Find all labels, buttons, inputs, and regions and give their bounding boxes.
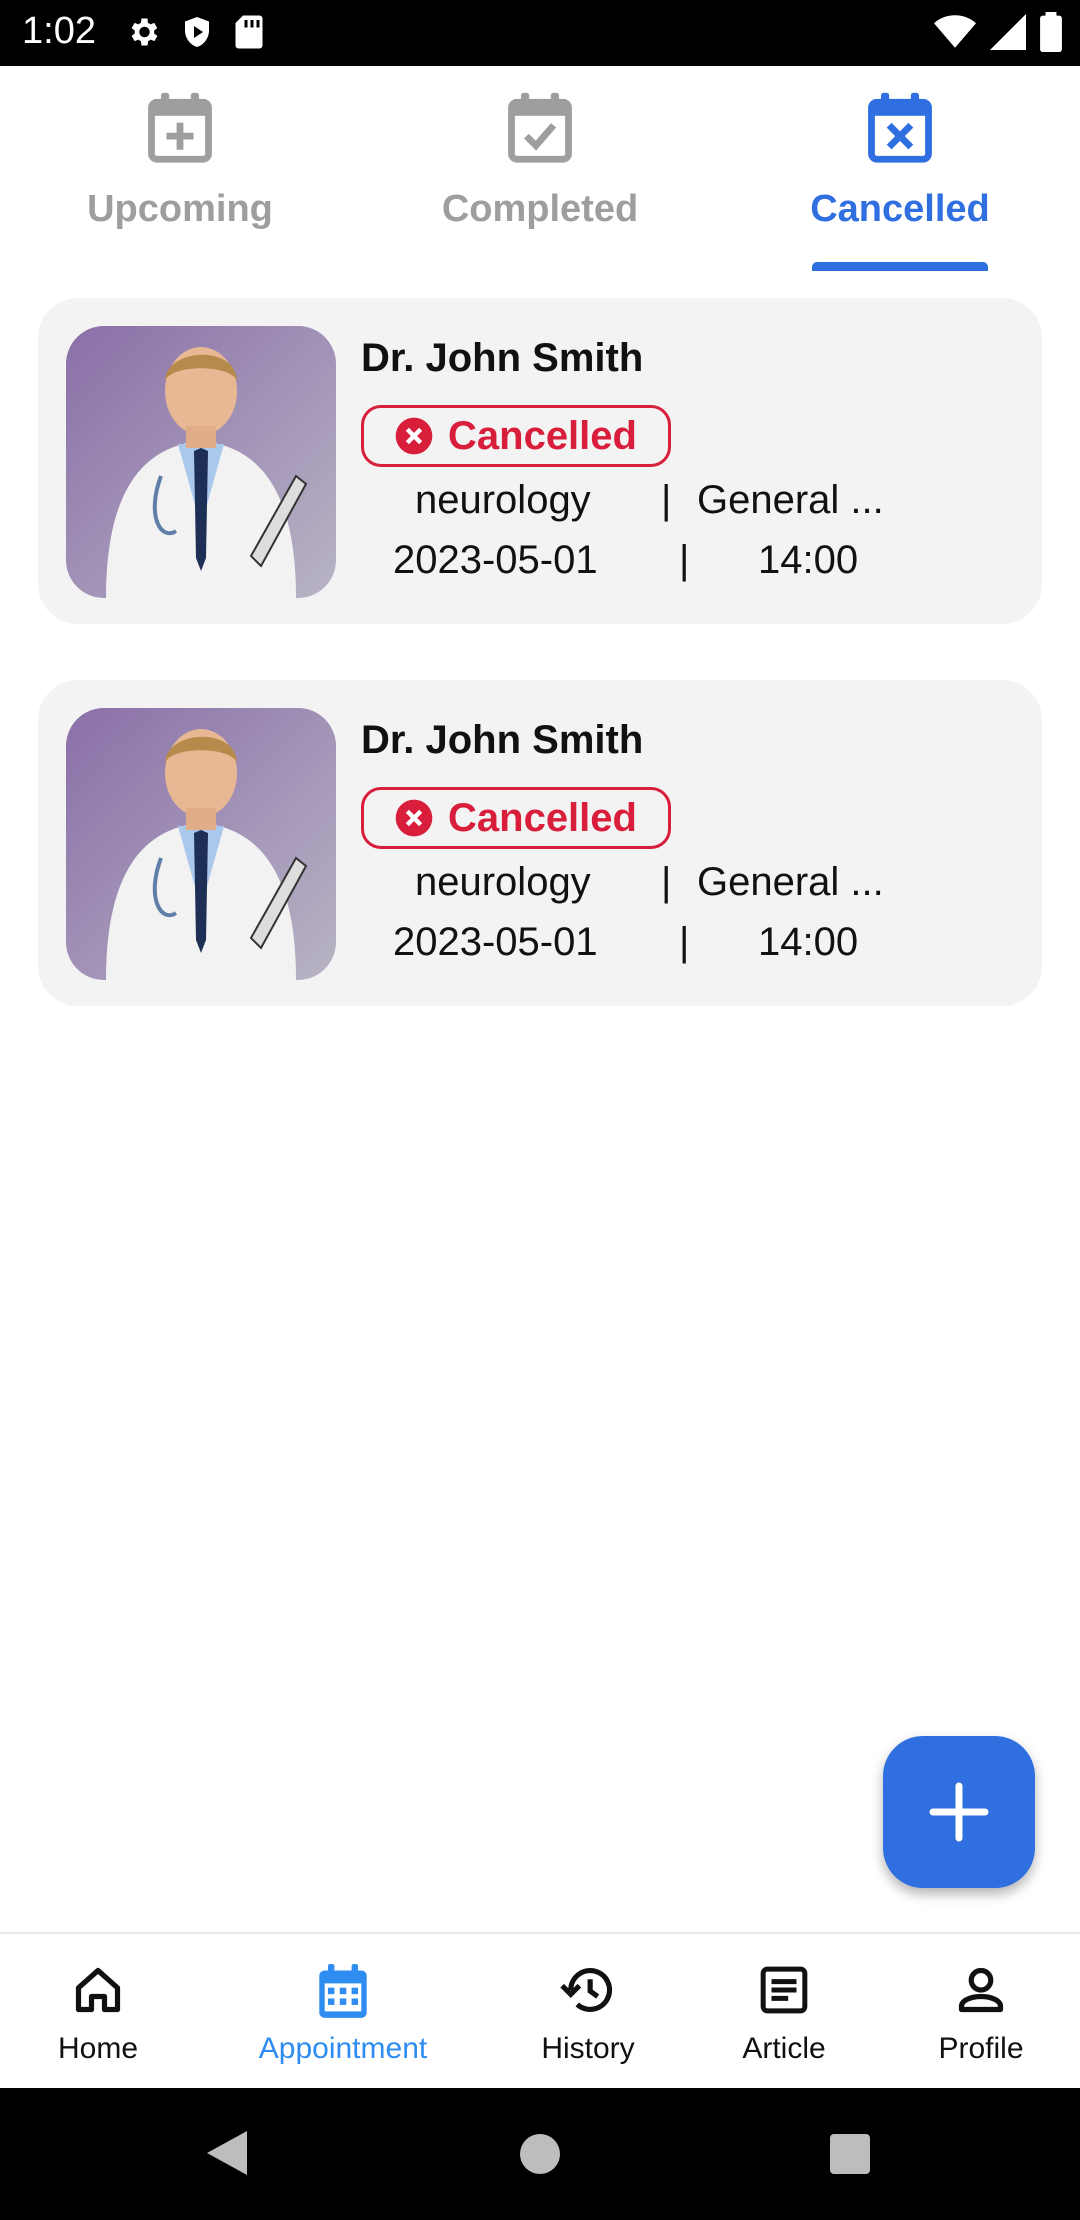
status-label: Cancelled xyxy=(448,795,637,840)
nav-appointment[interactable]: Appointment xyxy=(196,1934,490,2090)
calendar-plus-icon xyxy=(148,92,212,163)
article-icon xyxy=(760,1966,808,2014)
add-appointment-button[interactable] xyxy=(883,1736,1035,1888)
appointment-time: 14:00 xyxy=(758,920,859,964)
signal-icon xyxy=(990,14,1026,50)
doctor-photo xyxy=(66,326,336,598)
profile-icon xyxy=(958,1967,1004,2013)
nav-home[interactable]: Home xyxy=(0,1934,196,2090)
category: General ... xyxy=(697,860,884,904)
calendar-check-icon xyxy=(508,92,572,163)
doctor-photo xyxy=(66,708,336,980)
doctor-name: Dr. John Smith xyxy=(361,718,644,762)
nav-label: Appointment xyxy=(258,2032,428,2065)
status-badge: Cancelled xyxy=(361,787,671,849)
status-label: Cancelled xyxy=(448,413,637,458)
home-circle-icon[interactable] xyxy=(518,2132,562,2176)
nav-label: Profile xyxy=(938,2032,1024,2065)
gear-icon xyxy=(131,18,158,46)
tab-upcoming[interactable]: Upcoming xyxy=(0,66,360,271)
nav-article[interactable]: Article xyxy=(686,1934,882,2090)
plus-icon xyxy=(929,1782,989,1842)
home-icon xyxy=(75,1967,121,2013)
appointment-tabs: Upcoming Completed Cancelled xyxy=(0,66,1080,271)
close-circle-icon xyxy=(395,799,433,837)
separator: | xyxy=(679,538,690,582)
appointment-time: 14:00 xyxy=(758,538,859,582)
tab-label: Upcoming xyxy=(87,188,273,230)
status-bar: 1:02 xyxy=(0,0,1080,66)
tab-label: Cancelled xyxy=(810,188,990,230)
separator: | xyxy=(661,478,672,522)
nav-label: History xyxy=(541,2032,635,2065)
category: General ... xyxy=(697,478,884,522)
specialty: neurology xyxy=(415,860,591,904)
back-icon[interactable] xyxy=(203,2128,249,2178)
status-badge: Cancelled xyxy=(361,405,671,467)
tab-label: Completed xyxy=(441,188,639,230)
specialty: neurology xyxy=(415,478,591,522)
separator: | xyxy=(679,920,690,964)
appointment-card[interactable]: Dr. John Smith Cancelled neurology | Gen… xyxy=(38,680,1042,1006)
appointment-card[interactable]: Dr. John Smith Cancelled neurology | Gen… xyxy=(38,298,1042,624)
sd-card-icon xyxy=(235,15,263,49)
active-tab-indicator xyxy=(812,262,988,271)
appointment-date: 2023-05-01 xyxy=(393,920,598,964)
status-time: 1:02 xyxy=(22,10,96,52)
system-navigation-bar xyxy=(0,2088,1080,2220)
calendar-icon xyxy=(319,1964,367,2018)
nav-label: Home xyxy=(57,2032,139,2065)
appointment-date: 2023-05-01 xyxy=(393,538,598,582)
recents-icon[interactable] xyxy=(828,2132,872,2176)
shield-play-icon xyxy=(185,17,209,47)
bottom-navigation: Home Appointment History Article Profile xyxy=(0,1932,1080,2090)
history-icon xyxy=(560,1968,613,2012)
nav-label: Article xyxy=(742,2032,826,2065)
nav-history[interactable]: History xyxy=(490,1934,686,2090)
close-circle-icon xyxy=(395,417,433,455)
tab-cancelled[interactable]: Cancelled xyxy=(720,66,1080,271)
battery-icon xyxy=(1040,12,1062,52)
calendar-x-icon xyxy=(868,92,932,163)
separator: | xyxy=(661,860,672,904)
nav-profile[interactable]: Profile xyxy=(882,1934,1080,2090)
wifi-icon xyxy=(934,15,976,48)
tab-completed[interactable]: Completed xyxy=(360,66,720,271)
doctor-name: Dr. John Smith xyxy=(361,336,644,380)
